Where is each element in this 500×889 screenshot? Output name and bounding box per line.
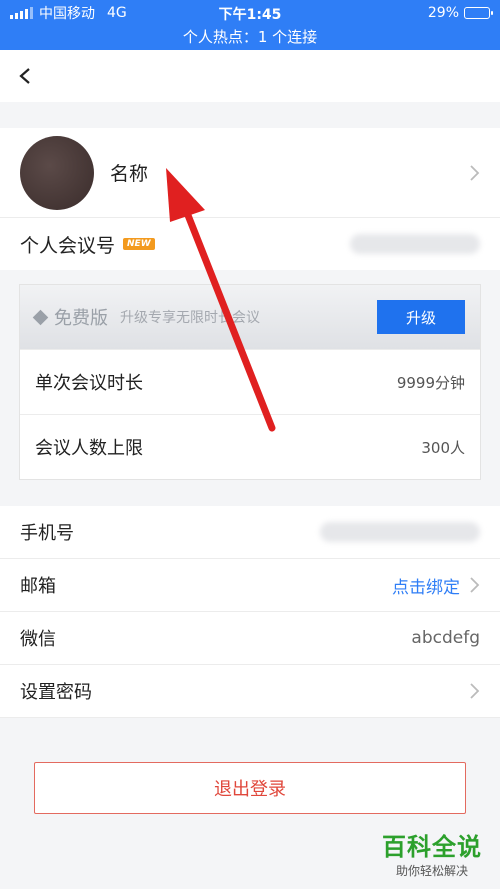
profile-name: 名称	[110, 163, 149, 185]
phone-row[interactable]: 手机号	[0, 506, 500, 559]
battery-icon	[464, 7, 493, 19]
plan-row-label: 单次会议时长	[35, 373, 143, 394]
nav-bar	[0, 50, 500, 102]
watermark-subtitle: 助你轻松解决	[395, 864, 468, 878]
network-type: 4G	[107, 5, 127, 21]
plan-section: 免费版 升级专享无限时长会议 升级 单次会议时长 9999分钟 会议人数上限 3…	[0, 270, 500, 506]
upgrade-button[interactable]: 升级	[377, 300, 465, 334]
plan-row-duration: 单次会议时长 9999分钟	[20, 349, 480, 414]
wechat-value: abcdefg	[411, 628, 480, 648]
plan-description: 升级专享无限时长会议	[120, 310, 260, 326]
plan-row-value: 300人	[421, 438, 465, 457]
profile-card: 名称 个人会议号 NEW	[0, 128, 500, 270]
battery-percent: 29%	[427, 5, 459, 21]
watermark-title: 百科全说	[382, 833, 482, 861]
profile-row[interactable]: 名称	[0, 128, 500, 218]
chevron-right-icon	[470, 164, 480, 181]
chevron-right-icon	[470, 577, 480, 593]
carrier-name: 中国移动	[39, 6, 95, 22]
email-label: 邮箱	[20, 576, 56, 597]
hotspot-banner[interactable]: 个人热点：1 个连接	[0, 26, 500, 48]
plan-header: 免费版 升级专享无限时长会议 升级	[20, 285, 480, 349]
avatar[interactable]	[20, 135, 94, 210]
meeting-id-blurred	[350, 234, 480, 254]
logout-button[interactable]: 退出登录	[34, 762, 466, 814]
meeting-label: 个人会议号	[20, 234, 116, 257]
plan-card: 免费版 升级专享无限时长会议 升级 单次会议时长 9999分钟 会议人数上限 3…	[19, 284, 481, 480]
plan-row-value: 9999分钟	[396, 373, 465, 392]
personal-meeting-row[interactable]: 个人会议号 NEW	[0, 218, 500, 270]
status-bar: 中国移动 4G 29% 下午1:45 个人热点：1 个连接	[0, 0, 500, 50]
back-icon[interactable]	[18, 66, 38, 86]
wechat-row[interactable]: 微信 abcdefg	[0, 612, 500, 665]
set-password-label: 设置密码	[20, 682, 92, 703]
plan-row-participants: 会议人数上限 300人	[20, 414, 480, 479]
plan-row-label: 会议人数上限	[35, 438, 143, 459]
new-badge: NEW	[123, 238, 155, 250]
plan-name: 免费版	[54, 308, 108, 329]
watermark: 百科全说 助你轻松解决	[382, 827, 482, 879]
bind-email-link[interactable]: 点击绑定	[392, 573, 460, 598]
signal-icon	[10, 7, 33, 19]
email-row[interactable]: 邮箱 点击绑定	[0, 559, 500, 612]
chevron-right-icon	[470, 683, 480, 699]
wechat-label: 微信	[20, 629, 56, 650]
phone-label: 手机号	[20, 523, 74, 544]
diamond-icon	[32, 309, 49, 325]
phone-number-blurred	[320, 522, 480, 542]
set-password-row[interactable]: 设置密码	[0, 665, 500, 718]
